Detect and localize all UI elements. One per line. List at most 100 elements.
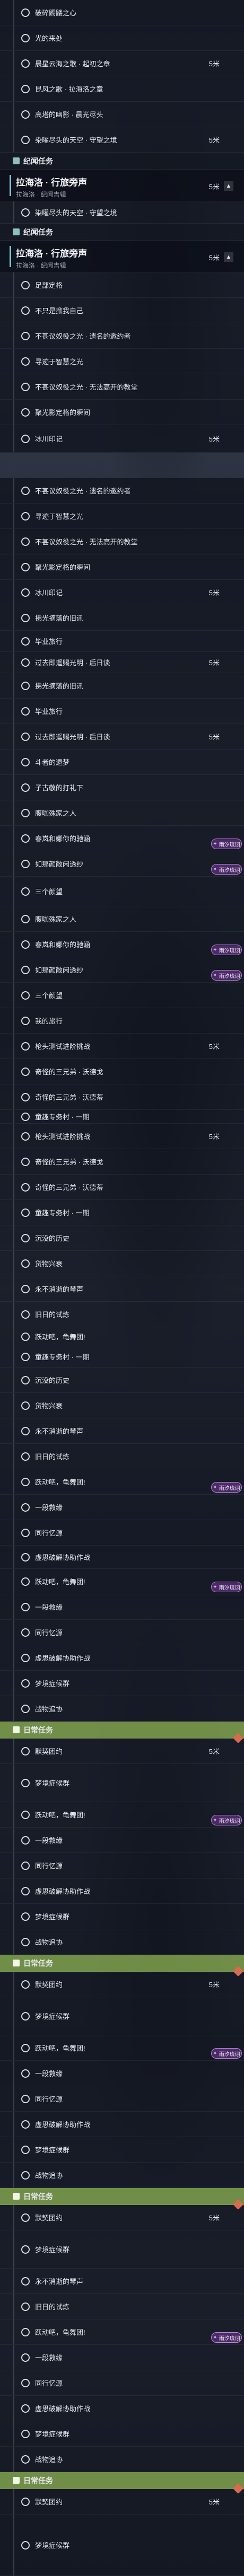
quest-row[interactable]: 战物追协 <box>0 2447 244 2472</box>
quest-row[interactable]: 童趣专务村 · 一期 <box>0 1200 244 1225</box>
quest-row[interactable]: 腹咖殊家之人 <box>0 800 244 826</box>
quest-row[interactable]: 默契团约 5米 <box>0 2199 244 2230</box>
quest-row[interactable]: 同行忆源 <box>0 1853 244 1878</box>
quest-row[interactable]: 毕业旅行 <box>0 631 244 652</box>
quest-row[interactable]: 染曜尽头的天空 · 守望之境 <box>0 201 244 224</box>
quest-row[interactable]: 奇怪的三兄弟 · 沃德蒂 <box>0 1175 244 1200</box>
tracked-quest-card[interactable]: 拉海洛 · 行旅旁声 拉海洛 · 纪闻吉辑 5米 ▲ <box>0 170 244 201</box>
quest-row[interactable]: 梦境症候群 <box>0 1997 244 2035</box>
quest-row[interactable]: 旧日的试炼 <box>0 1302 244 1327</box>
category-header-wind[interactable]: 纪闻任务 <box>0 224 244 241</box>
quest-row[interactable]: 一段救缘 <box>0 2345 244 2370</box>
quest-row[interactable]: 同行忆源 <box>0 2370 244 2396</box>
quest-row[interactable]: 一段救缘 <box>0 2061 244 2086</box>
quest-row[interactable]: 过去即遥赐光明 · 后日谈 5米 <box>0 652 244 673</box>
quest-row[interactable]: 破碎髑髅之心 <box>0 0 244 25</box>
quest-row[interactable]: 如那颜敞闲透纱 ✦ 雨汐琉诩 <box>0 957 244 983</box>
quest-row[interactable]: 虚思破解协助作战 <box>0 1546 244 1569</box>
quest-row[interactable]: 奇怪的三兄弟 · 沃德戈 <box>0 1059 244 1084</box>
quest-row[interactable]: 旧日的试炼 <box>0 2294 244 2319</box>
quest-row[interactable]: 春岚和娜你的驰涵 ✦ 雨汐琉诩 <box>0 826 244 851</box>
quest-row[interactable]: 枪头测试进阶挑战 5米 <box>0 1034 244 1059</box>
quest-row[interactable]: 旧日的试炼 <box>0 1444 244 1469</box>
quest-row[interactable]: 永不消逝的琴声 <box>0 2269 244 2294</box>
quest-row[interactable]: 跃动吧，龟舞团! ✦ 雨汐琉诩 <box>0 2035 244 2061</box>
quest-row[interactable]: 虚思破解协助作战 <box>0 1878 244 1904</box>
quest-row[interactable]: 不只是掀我自己 <box>0 298 244 323</box>
quest-row[interactable]: 默契团约 5米 <box>0 1733 244 1764</box>
quest-row[interactable]: 光的来处 <box>0 25 244 51</box>
quest-row[interactable]: 梦境症候群 <box>0 2515 244 2576</box>
quest-row[interactable]: 子古敬的打礼下 <box>0 775 244 800</box>
quest-row[interactable]: 梦境症候群 <box>0 2421 244 2447</box>
category-header-wind[interactable]: 纪闻任务 <box>0 153 244 170</box>
quest-row[interactable]: 不甚议奴役之光 · 无法高开的教堂 <box>0 529 244 554</box>
quest-row[interactable]: 冰川印记 5米 <box>0 580 244 605</box>
category-header-daily[interactable]: 日常任务 <box>0 2188 244 2205</box>
quest-row[interactable]: 聚光影定格的瞬间 <box>0 554 244 580</box>
quest-row[interactable]: 跃动吧，龟舞团! ✦ 雨汐琉诩 <box>0 1469 244 1495</box>
quest-row[interactable]: 同行忆源 <box>0 1620 244 1645</box>
quest-row[interactable]: 虚思破解协助作战 <box>0 1645 244 1671</box>
quest-row[interactable]: 梦境症候群 <box>0 1764 244 1802</box>
quest-row[interactable]: 三个颜望 <box>0 877 244 906</box>
quest-row[interactable]: 奇怪的三兄弟 · 沃德蒂 <box>0 1084 244 1110</box>
category-header-daily[interactable]: 日常任务 <box>0 1722 244 1739</box>
quest-row[interactable]: 一段救缘 <box>0 1594 244 1620</box>
quest-row[interactable]: 同行忆源 <box>0 1520 244 1546</box>
quest-row[interactable]: 永不消逝的琴声 <box>0 1276 244 1302</box>
quest-row[interactable]: 冰川印记 5米 <box>0 425 244 453</box>
quest-row[interactable]: 跃动吧，龟舞团! ✦ 雨汐琉诩 <box>0 1802 244 1828</box>
quest-row[interactable]: 梦境症候群 <box>0 1671 244 1696</box>
quest-row[interactable]: 同行忆源 <box>0 2086 244 2112</box>
tracked-quest-card[interactable]: 拉海洛 · 行旅旁声 拉海洛 · 纪闻吉辑 5米 ▲ <box>0 241 244 272</box>
quest-row[interactable]: 一段救缘 <box>0 1828 244 1853</box>
quest-row[interactable]: 高塔的幽影 · 晨光尽头 <box>0 102 244 127</box>
quest-row[interactable]: 春岚和娜你的驰涵 ✦ 雨汐琉诩 <box>0 932 244 957</box>
quest-row[interactable]: 货物兴衰 <box>0 1251 244 1276</box>
quest-row[interactable]: 斗者的遗梦 <box>0 749 244 775</box>
quest-row[interactable]: 过去即遥赐光明 · 后日谈 5米 <box>0 724 244 749</box>
quest-row[interactable]: 拂光摘落的旧讯 <box>0 605 244 631</box>
quest-row[interactable]: 默契团约 5米 <box>0 1966 244 1997</box>
quest-row[interactable]: 寻迹于智慧之光 <box>0 349 244 374</box>
quest-row[interactable]: 毕业旅行 <box>0 699 244 724</box>
quest-row[interactable]: 如那颜敞闲透纱 ✦ 雨汐琉诩 <box>0 851 244 877</box>
quest-row[interactable]: 战物追协 <box>0 1929 244 1955</box>
quest-row[interactable]: 腹咖殊家之人 <box>0 906 244 932</box>
quest-row[interactable]: 拂光摘落的旧讯 <box>0 673 244 699</box>
quest-row[interactable]: 虚思破解协助作战 <box>0 2112 244 2137</box>
quest-row[interactable]: 童趣专务村 · 一期 <box>0 1110 244 1124</box>
quest-row[interactable]: 永不消逝的琴声 <box>0 1418 244 1444</box>
quest-row[interactable]: 沉没的历史 <box>0 1225 244 1251</box>
quest-row[interactable]: 战物追协 <box>0 2163 244 2188</box>
quest-row[interactable]: 足部定格 <box>0 272 244 298</box>
category-header-daily[interactable]: 日常任务 <box>0 1955 244 1972</box>
quest-row[interactable]: 不甚议奴役之光 · 无法高开的教堂 <box>0 374 244 400</box>
collapse-toggle-icon[interactable]: ▲ <box>224 252 233 262</box>
quest-row[interactable]: 沉没的历史 <box>0 1368 244 1393</box>
quest-row[interactable]: 默契团约 5米 <box>0 2483 244 2515</box>
quest-row[interactable]: 童趣专务村 · 一期 <box>0 1346 244 1368</box>
quest-row[interactable]: 跃动吧，龟舞团! ✦ 雨汐琉诩 <box>0 1569 244 1594</box>
quest-row[interactable]: 跃动吧，龟舞团! ✦ 雨汐琉诩 <box>0 2319 244 2345</box>
quest-row[interactable]: 跃动吧，龟舞团! <box>0 1327 244 1346</box>
quest-row[interactable]: 不甚议奴役之光 · 遗名的邀约者 <box>0 478 244 504</box>
quest-row[interactable]: 一段救缘 <box>0 1495 244 1520</box>
quest-row[interactable]: 昆风之歌 · 拉海洛之章 <box>0 76 244 102</box>
collapse-toggle-icon[interactable]: ▲ <box>224 181 233 191</box>
quest-row[interactable]: 枪头测试进阶挑战 5米 <box>0 1124 244 1149</box>
quest-row[interactable]: 三个颜望 <box>0 983 244 1008</box>
category-header-daily[interactable]: 日常任务 <box>0 2472 244 2489</box>
quest-row[interactable]: 寻迹于智慧之光 <box>0 504 244 529</box>
quest-row[interactable]: 战物追协 <box>0 1696 244 1722</box>
quest-row[interactable]: 晨星云海之歌 · 起初之章 5米 <box>0 51 244 76</box>
quest-row[interactable]: 梦境症候群 <box>0 1904 244 1929</box>
quest-row[interactable]: 梦境症候群 <box>0 2230 244 2269</box>
quest-row[interactable]: 梦境症候群 <box>0 2137 244 2163</box>
quest-row[interactable]: 聚光影定格的瞬间 <box>0 400 244 425</box>
quest-row[interactable]: 不甚议奴役之光 · 遗名的邀约者 <box>0 323 244 349</box>
quest-row[interactable]: 虚思破解协助作战 <box>0 2396 244 2421</box>
quest-row[interactable]: 染曜尽头的天空 · 守望之境 5米 <box>0 127 244 153</box>
quest-row[interactable]: 我的旅行 <box>0 1008 244 1034</box>
